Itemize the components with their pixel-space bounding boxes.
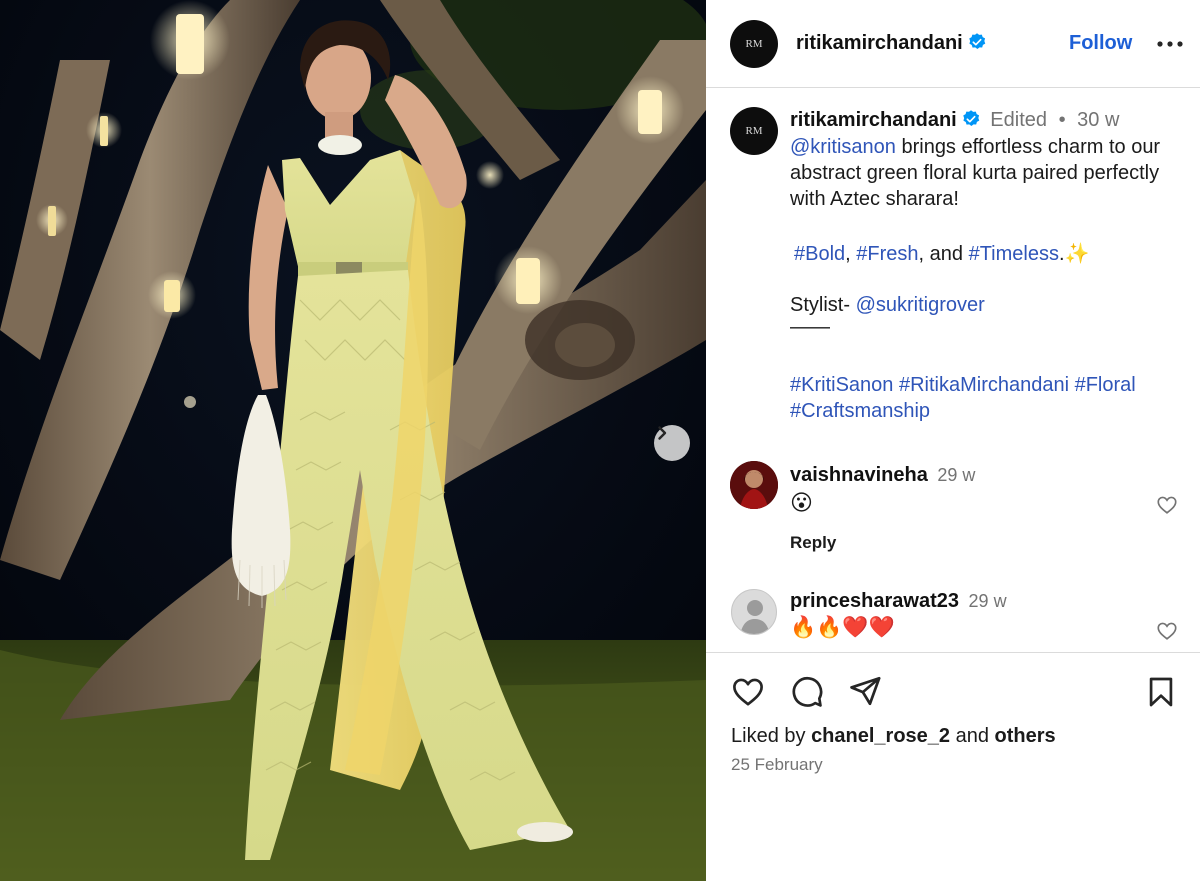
comment-username[interactable]: vaishnavineha xyxy=(790,464,928,486)
hashtag-fresh[interactable]: #Fresh xyxy=(856,243,918,265)
stylist-label: Stylist- xyxy=(790,294,856,316)
hashtags-line-2[interactable]: #Craftsmanship xyxy=(790,400,930,423)
comment-header: princesharawat23 29 w xyxy=(790,590,1007,613)
comment-like-heart-icon[interactable] xyxy=(1156,620,1178,642)
chevron-right-icon xyxy=(658,426,667,440)
comment-username[interactable]: princesharawat23 xyxy=(790,590,959,612)
hashtag-timeless[interactable]: #Timeless xyxy=(969,243,1059,265)
default-avatar-icon xyxy=(740,600,770,634)
header-username[interactable]: ritikamirchandani xyxy=(796,32,963,54)
bookmark-icon[interactable] xyxy=(1144,675,1178,709)
edited-label: Edited xyxy=(990,109,1047,131)
follow-button[interactable]: Follow xyxy=(1069,32,1132,55)
hashtags-line-1[interactable]: #KritiSanon #RitikaMirchandani #Floral xyxy=(790,374,1136,397)
brand-avatar[interactable]: RM xyxy=(730,20,778,68)
more-options-icon xyxy=(1157,41,1183,47)
liked-by-user[interactable]: chanel_rose_2 xyxy=(811,725,950,747)
verified-badge-icon xyxy=(962,110,979,126)
post-date[interactable]: 25 February xyxy=(731,755,823,775)
liked-by-line: Liked by chanel_rose_2 and others xyxy=(731,725,1056,748)
caption-comma: , xyxy=(845,243,857,265)
caption-tags-line: #Bold, #Fresh, and #Timeless.✨ xyxy=(794,241,1089,266)
caption-line-1: @kritisanon brings effortless charm to o… xyxy=(790,136,1160,159)
hashtag-bold[interactable]: #Bold xyxy=(794,243,845,265)
caption-and: , and xyxy=(918,243,969,265)
comment-icon[interactable] xyxy=(790,675,824,709)
commenter-avatar-default[interactable] xyxy=(731,589,777,635)
comment-text: 🔥🔥❤️❤️ xyxy=(790,616,895,639)
header-username-row[interactable]: ritikamirchandani xyxy=(796,32,987,55)
heart-icon[interactable] xyxy=(730,675,766,709)
caption-separator: • xyxy=(1058,109,1066,131)
sparkle-emoji: ✨ xyxy=(1064,243,1090,265)
more-options-button[interactable] xyxy=(1154,32,1186,56)
caption-line-3: with Aztec sharara! xyxy=(790,188,959,210)
caption-avatar[interactable]: RM xyxy=(730,107,778,155)
comment-text: 😮 xyxy=(790,490,813,515)
comment-like-heart-icon[interactable] xyxy=(1156,494,1178,516)
reply-button[interactable]: Reply xyxy=(790,533,836,553)
caption-avatar-monogram: RM xyxy=(745,125,763,137)
comment-time: 29 w xyxy=(968,591,1007,611)
mention-sukritigrover[interactable]: @sukritigrover xyxy=(856,294,985,316)
liked-by-prefix: Liked by xyxy=(731,725,812,747)
share-icon[interactable] xyxy=(848,674,882,708)
caption-text-1: brings effortless charm to our xyxy=(895,136,1161,158)
avatar-photo xyxy=(730,461,778,509)
verified-badge-icon xyxy=(968,33,985,49)
liked-by-others[interactable]: others xyxy=(995,725,1056,747)
caption-header-line: ritikamirchandani Edited • 30 w xyxy=(790,109,1119,132)
post-header: RM ritikamirchandani Follow xyxy=(706,0,1200,88)
comment-time: 29 w xyxy=(937,465,976,485)
comment-header: vaishnavineha 29 w xyxy=(790,464,975,487)
post-image xyxy=(0,0,706,881)
post-actions-section: Liked by chanel_rose_2 and others 25 Feb… xyxy=(706,652,1200,881)
commenter-avatar[interactable] xyxy=(730,461,778,509)
post-details-panel: RM ritikamirchandani Follow RM ritikamir… xyxy=(706,0,1200,881)
caption-time[interactable]: 30 w xyxy=(1077,109,1119,131)
stylist-line: Stylist- @sukritigrover xyxy=(790,294,985,317)
caption-line-2: abstract green floral kurta paired perfe… xyxy=(790,162,1160,184)
mention-kritisanon[interactable]: @kritisanon xyxy=(790,136,896,158)
next-photo-button[interactable] xyxy=(654,425,690,461)
brand-monogram: RM xyxy=(745,38,763,50)
caption-username[interactable]: ritikamirchandani xyxy=(790,109,957,131)
caption-divider: —— xyxy=(790,316,830,338)
liked-by-and: and xyxy=(950,725,995,747)
post-photo xyxy=(0,0,706,881)
